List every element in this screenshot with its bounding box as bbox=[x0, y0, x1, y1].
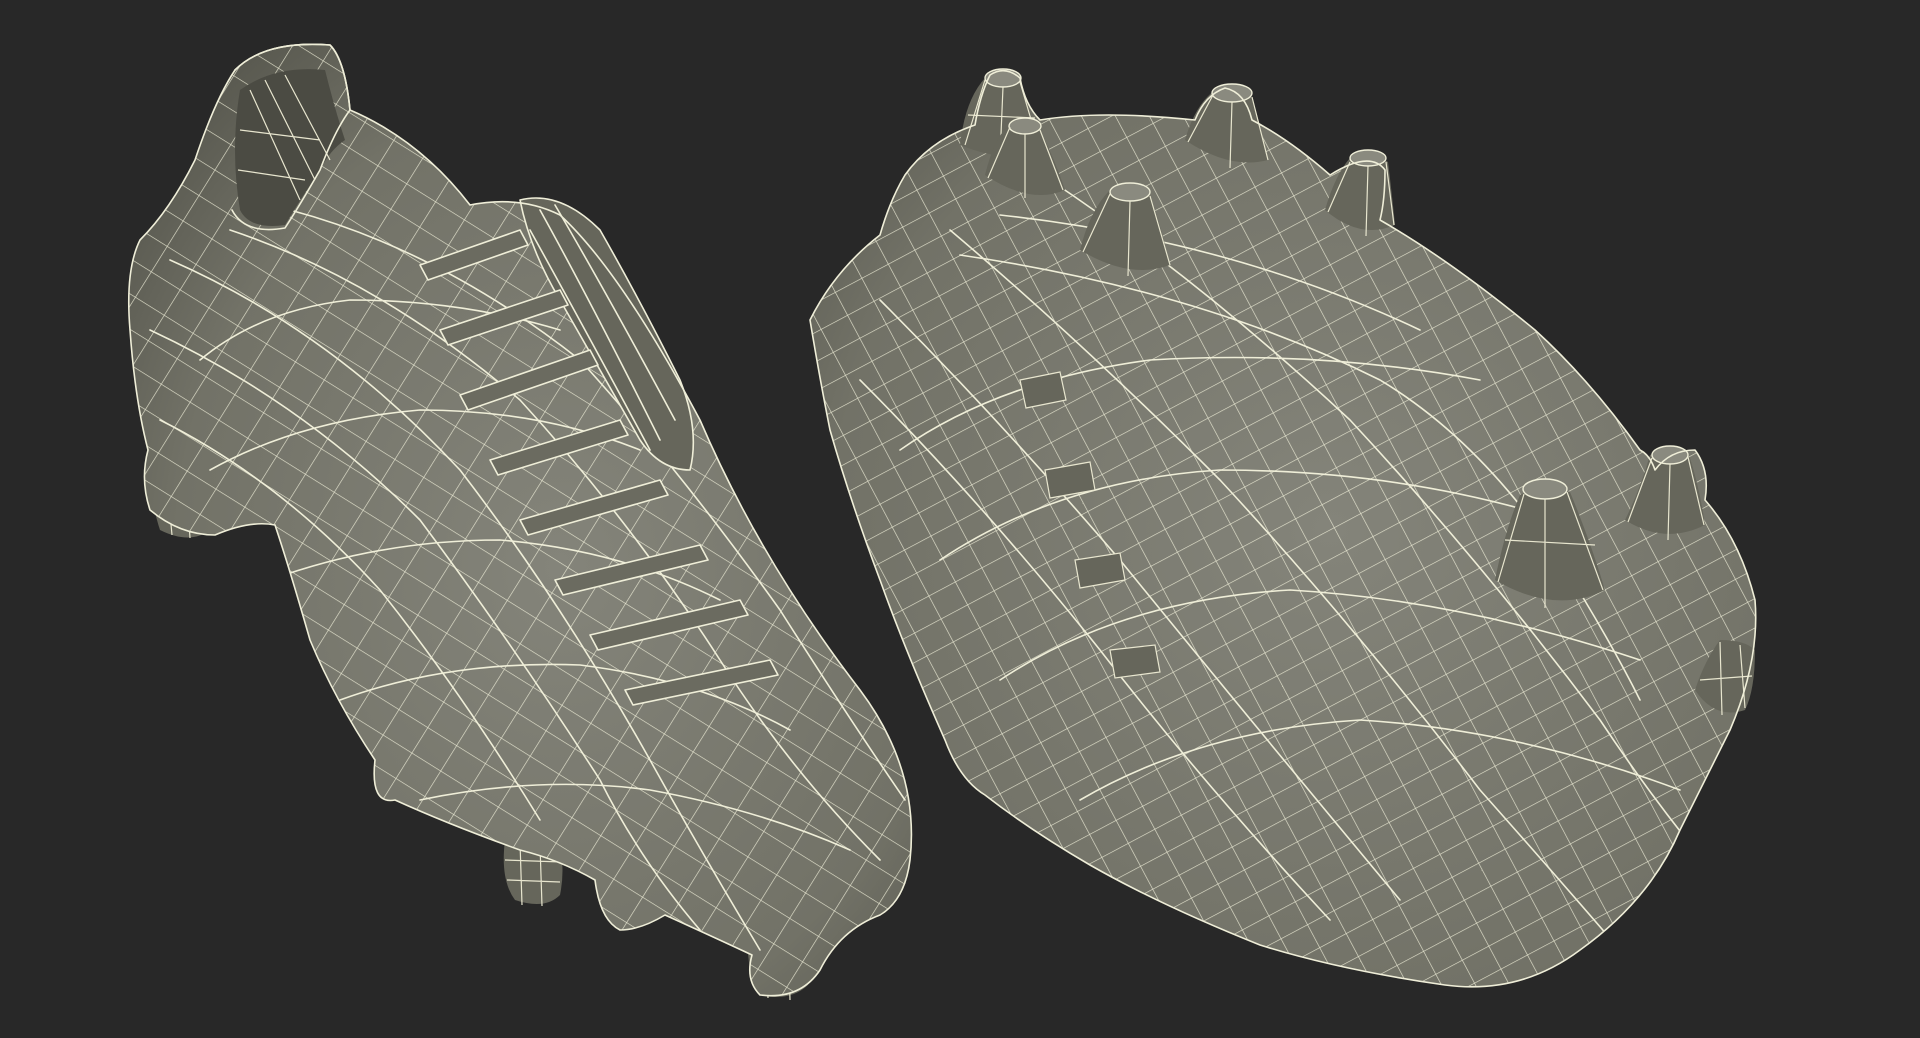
football-boot-top-view bbox=[127, 43, 913, 1001]
render-viewport bbox=[0, 0, 1920, 1038]
football-boot-bottom-view bbox=[809, 68, 1757, 988]
wireframe-render bbox=[127, 43, 1757, 1001]
